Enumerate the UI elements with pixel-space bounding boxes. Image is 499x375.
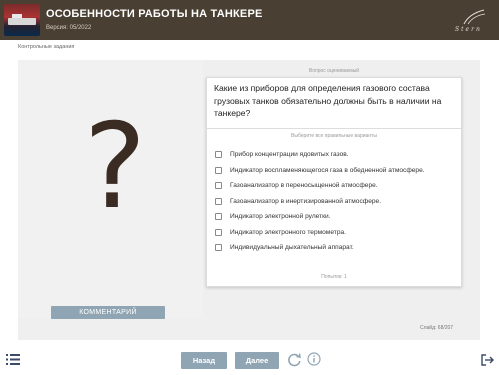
answer-option[interactable]: Индикатор электронной рулетки.	[215, 211, 331, 222]
option-label: Индикатор воспламеняющегося газа в обедн…	[230, 166, 425, 174]
checkbox[interactable]	[215, 166, 222, 174]
checkbox[interactable]	[215, 182, 222, 189]
option-label: Индикатор электронной рулетки.	[230, 213, 331, 220]
answer-option[interactable]: Индикатор электронного термометра.	[215, 227, 346, 238]
answer-option[interactable]: Прибор концентрации ядовитых газов.	[215, 149, 349, 160]
course-thumbnail	[4, 4, 40, 36]
exit-icon[interactable]	[481, 354, 494, 366]
answer-option[interactable]: Индивидуальный дыхательный аппарат.	[215, 242, 354, 253]
option-label: Прибор концентрации ядовитых газов.	[230, 151, 349, 158]
next-button[interactable]: Далее	[235, 352, 279, 369]
answer-option[interactable]: Газоанализатор в инертизированной атмосф…	[215, 196, 381, 207]
option-label: Газоанализатор в инертизированной атмосф…	[230, 197, 382, 205]
checkbox[interactable]	[215, 228, 222, 236]
menu-icon[interactable]	[6, 354, 20, 365]
attempts-counter: Попыток: 1	[321, 274, 347, 280]
answer-option[interactable]: Индикатор воспламеняющегося газа в обедн…	[215, 165, 425, 176]
select-hint: Выберите все правильные варианты	[291, 133, 377, 139]
course-title: ОСОБЕННОСТИ РАБОТЫ НА ТАНКЕРЕ	[46, 8, 263, 20]
question-mark-illustration: ?	[83, 97, 147, 235]
question-card: Какие из приборов для определения газово…	[206, 77, 462, 287]
course-version: Версия: 05/2022	[46, 25, 92, 31]
checkbox[interactable]	[215, 151, 222, 158]
app-header: ОСОБЕННОСТИ РАБОТЫ НА ТАНКЕРЕ Версия: 05…	[0, 0, 499, 40]
checkbox[interactable]	[215, 197, 222, 205]
info-icon[interactable]	[307, 352, 321, 366]
slide-counter: Слайд: 68/207	[420, 325, 454, 331]
comment-button[interactable]: КОММЕНТАРИЙ	[51, 306, 165, 319]
checkbox[interactable]	[215, 213, 222, 220]
breadcrumb: Контрольные задания	[18, 44, 75, 50]
question-status: Вопрос оцениваемый	[308, 68, 360, 74]
reload-icon[interactable]	[287, 352, 302, 367]
option-label: Индивидуальный дыхательный аппарат.	[230, 244, 354, 251]
logo-text: Stern	[455, 26, 482, 33]
option-label: Газоанализатор в переносыщенной атмосфер…	[230, 182, 378, 189]
back-button[interactable]: Назад	[181, 352, 227, 369]
question-text: Какие из приборов для определения газово…	[214, 83, 442, 118]
answer-option[interactable]: Газоанализатор в переносыщенной атмосфер…	[215, 180, 378, 191]
option-label: Индикатор электронного термометра.	[230, 228, 346, 236]
divider	[207, 128, 461, 129]
checkbox[interactable]	[215, 244, 222, 251]
